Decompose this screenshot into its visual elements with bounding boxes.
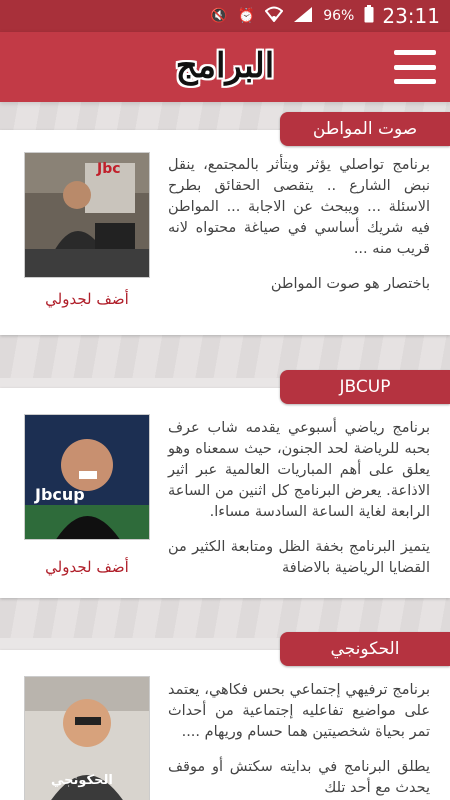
- program-title-tag[interactable]: الحكونجي: [280, 632, 450, 666]
- program-description: برنامج ترفيهي إجتماعي بحس فكاهي، يعتمد ع…: [168, 682, 430, 796]
- add-to-schedule-button[interactable]: أضف لجدولي: [24, 558, 150, 576]
- battery-icon: [364, 5, 374, 27]
- alarm-icon: ⏰: [237, 8, 256, 24]
- program-card: JBCUP Jbcup برنامج رياضي أسبوعي يقدمه شا…: [0, 370, 450, 598]
- program-description: برنامج تواصلي يؤثر ويتأثر بالمجتمع، ينقل…: [168, 157, 430, 292]
- add-to-schedule-button[interactable]: أضف لجدولي: [24, 290, 150, 308]
- program-image-logo: Jbcup: [35, 485, 85, 504]
- silent-icon: 🔇: [210, 8, 228, 24]
- clock: 23:11: [382, 4, 440, 28]
- program-image[interactable]: الحكونجي: [24, 676, 150, 800]
- program-image-logo: الحكونجي: [51, 773, 113, 788]
- menu-button[interactable]: [394, 50, 436, 84]
- program-image[interactable]: Jbcup: [24, 414, 150, 540]
- wifi-icon: [264, 6, 284, 26]
- app-bar: البرامج: [0, 32, 450, 102]
- page-title: البرامج: [175, 46, 275, 86]
- status-bar: 🔇 ⏰ 96% 23:11: [0, 0, 450, 32]
- program-description: برنامج رياضي أسبوعي يقدمه شاب عرف بحبه ل…: [168, 420, 430, 576]
- battery-percent: 96%: [323, 8, 355, 24]
- menu-icon: [394, 50, 436, 55]
- program-title-tag[interactable]: JBCUP: [280, 370, 450, 404]
- program-image[interactable]: Jbc: [24, 152, 150, 278]
- program-title-tag[interactable]: صوت المواطن: [280, 112, 450, 146]
- program-list[interactable]: صوت المواطن Jbc برنامج تواصلي يؤثر ويتأث…: [0, 102, 450, 800]
- signal-icon: [293, 6, 313, 26]
- program-image-logo: Jbc: [97, 161, 121, 177]
- program-card: الحكونجي الحكونجي برنامج ترفيهي إجتماعي …: [0, 632, 450, 800]
- program-card: صوت المواطن Jbc برنامج تواصلي يؤثر ويتأث…: [0, 112, 450, 335]
